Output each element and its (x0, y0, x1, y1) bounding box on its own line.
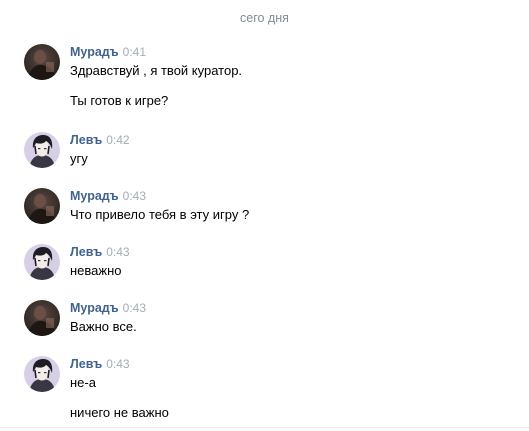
message-time[interactable]: 0:43 (106, 245, 129, 259)
author-name[interactable]: Левъ (70, 245, 102, 259)
message: Мурадъ 0:43 Что привело тебя в эту игру ? (0, 188, 529, 228)
author-name[interactable]: Левъ (70, 357, 102, 371)
message: Левъ 0:43 не-а ничего не важно (0, 356, 529, 426)
anime-portrait-icon (24, 132, 60, 168)
author-name[interactable]: Мурадъ (70, 301, 119, 315)
message-text: Важно все. (70, 319, 137, 334)
author-name[interactable]: Мурадъ (70, 189, 119, 203)
anime-portrait-icon (24, 244, 60, 280)
message-time[interactable]: 0:43 (106, 357, 129, 371)
message-text: угу (70, 151, 88, 166)
message-text: ничего не важно (70, 405, 169, 420)
message-time[interactable]: 0:43 (123, 189, 146, 203)
author-name[interactable]: Левъ (70, 133, 102, 147)
date-separator: сего дня (240, 11, 289, 25)
anime-portrait-icon (24, 356, 60, 392)
dark-portrait-icon (24, 44, 60, 80)
message: Левъ 0:43 неважно (0, 244, 529, 284)
avatar[interactable] (24, 356, 60, 392)
dark-portrait-icon (24, 188, 60, 224)
avatar[interactable] (24, 188, 60, 224)
message: Мурадъ 0:43 Важно все. (0, 300, 529, 340)
message-text: Что привело тебя в эту игру ? (70, 207, 250, 222)
message: Мурадъ 0:41 Здравствуй , я твой куратор. … (0, 44, 529, 114)
message-time[interactable]: 0:42 (106, 133, 129, 147)
avatar[interactable] (24, 132, 60, 168)
avatar[interactable] (24, 44, 60, 80)
message-time[interactable]: 0:41 (123, 45, 146, 59)
avatar[interactable] (24, 300, 60, 336)
message-text: неважно (70, 263, 122, 278)
message-text: Ты готов к игре? (70, 93, 169, 108)
author-name[interactable]: Мурадъ (70, 45, 119, 59)
avatar[interactable] (24, 244, 60, 280)
message-time[interactable]: 0:43 (123, 301, 146, 315)
message-text: не-а (70, 375, 96, 390)
message-text: Здравствуй , я твой куратор. (70, 63, 243, 78)
message: Левъ 0:42 угу (0, 132, 529, 172)
divider (0, 427, 529, 428)
dark-portrait-icon (24, 300, 60, 336)
